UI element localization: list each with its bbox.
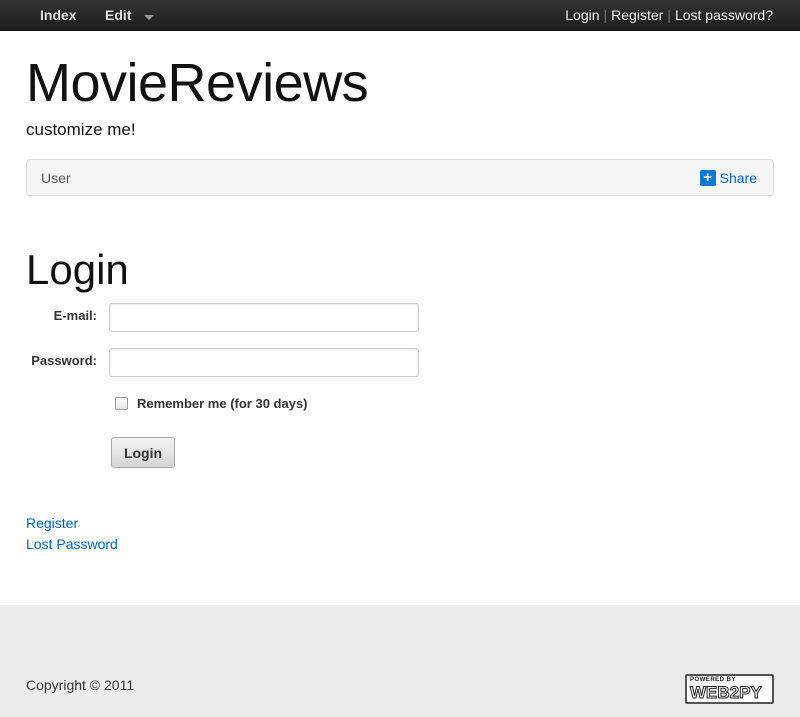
badge-main-text: WEB2PY [690,683,763,703]
register-link[interactable]: Register [26,515,78,531]
site-title: MovieReviews [26,53,369,113]
nav-edit-dropdown[interactable]: Edit [105,0,131,31]
email-field[interactable] [109,303,419,332]
share-button[interactable]: + Share [699,170,757,186]
password-label: Password: [31,353,97,368]
nav-separator: | [667,7,671,23]
nav-separator: | [603,7,608,23]
remember-me-label[interactable]: Remember me (for 30 days) [137,396,308,411]
lost-password-link[interactable]: Lost Password [26,536,118,552]
nav-register-link[interactable]: Register [611,7,663,23]
footer: Copyright © 2011 POWERED BY WEB2PY [0,605,800,717]
breadcrumb-current: User [41,170,71,186]
page-title: Login [26,246,129,293]
top-navbar: Index Edit Login | Register | Lost password? [0,0,800,31]
plus-square-icon: + [699,170,716,186]
email-label: E-mail: [53,308,97,323]
remember-me-checkbox[interactable] [115,397,128,410]
breadcrumb: User + Share [26,159,774,196]
login-button[interactable]: Login [111,437,175,468]
nav-login-link[interactable]: Login [565,7,599,23]
site-subtitle: customize me! [26,120,136,139]
powered-by-web2py-badge[interactable]: POWERED BY WEB2PY [685,674,774,704]
auth-nav: Login | Register | Lost password? [565,0,773,31]
nav-index[interactable]: Index [40,0,77,31]
nav-lost-password-link[interactable]: Lost password? [675,7,773,23]
password-field[interactable] [109,348,419,377]
copyright-text: Copyright © 2011 [26,677,135,693]
caret-down-icon[interactable] [144,15,154,20]
share-label: Share [719,170,757,186]
